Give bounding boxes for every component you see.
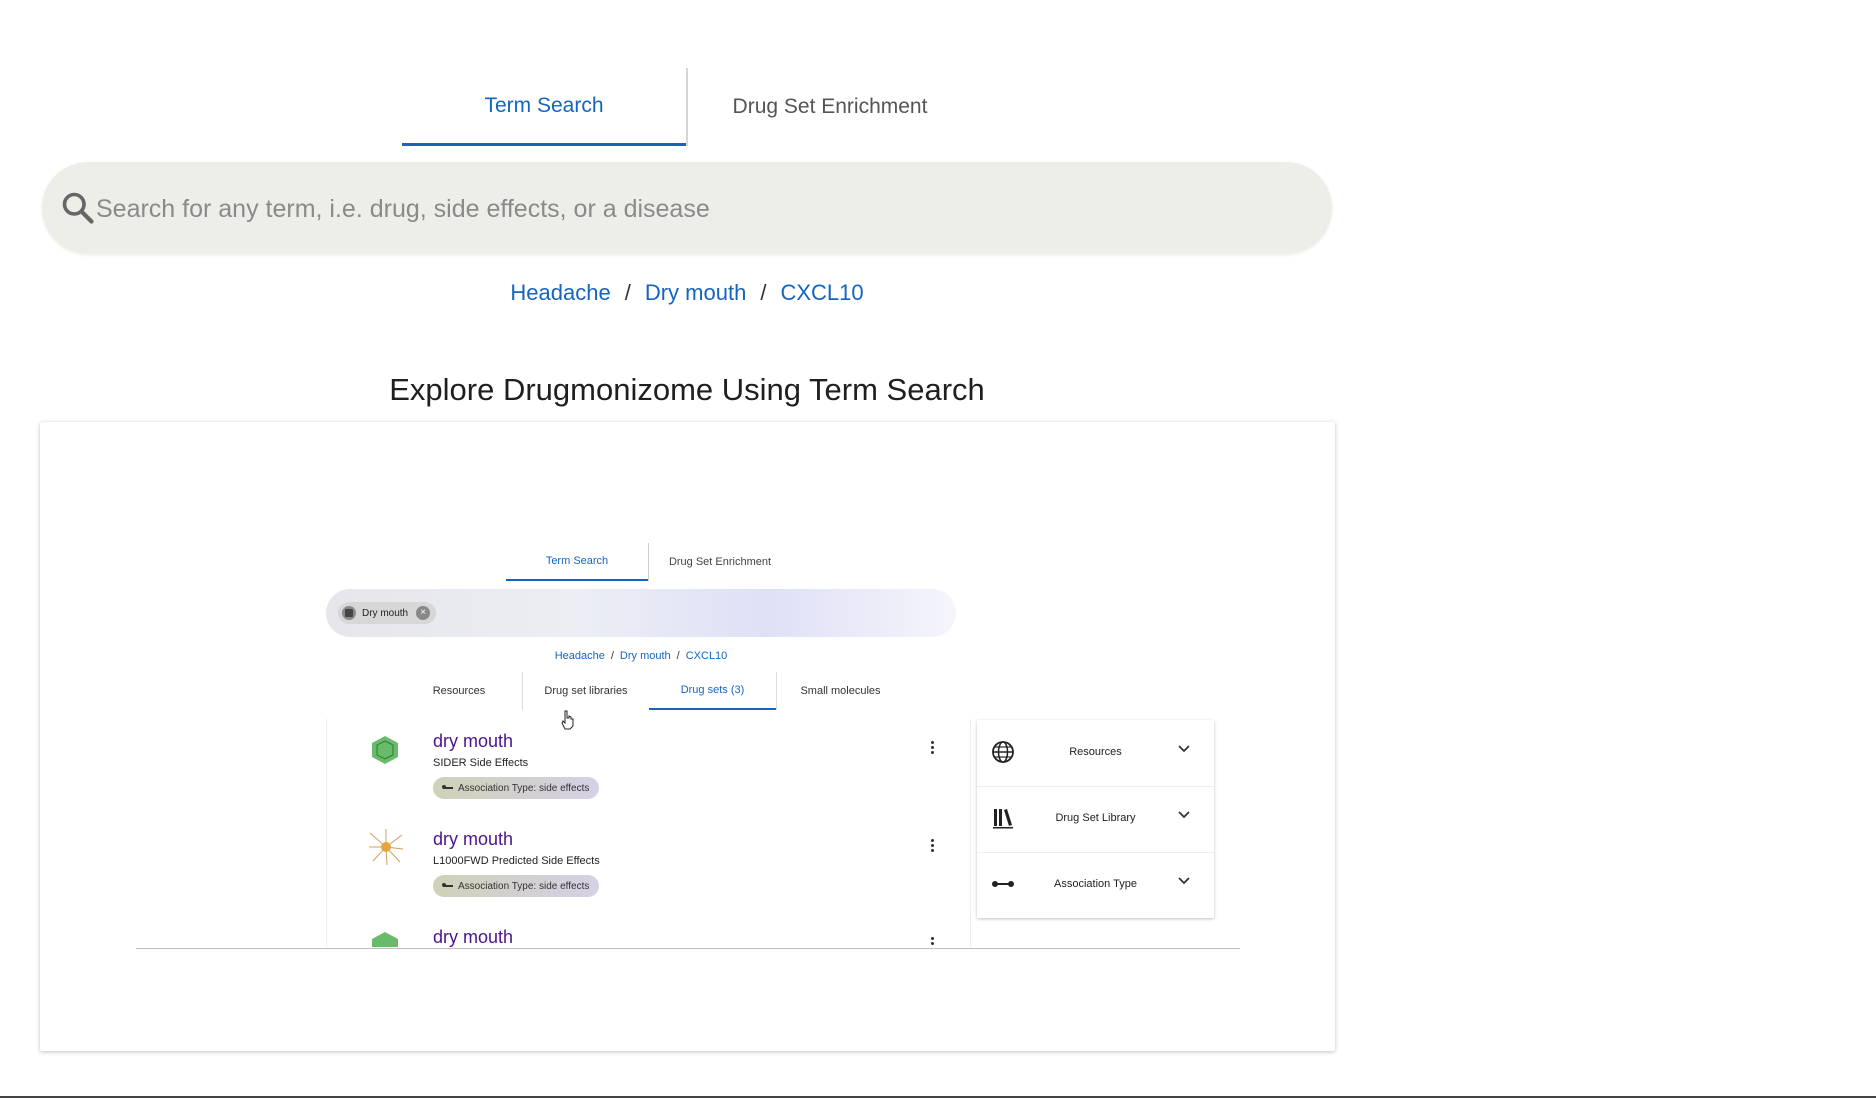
chevron-down-icon[interactable] — [1177, 874, 1191, 888]
demo-breadcrumb-separator: / — [610, 650, 614, 662]
demo-subtab-drug-set-libraries[interactable]: Drug set libraries — [523, 672, 649, 710]
breadcrumb-item-dry-mouth[interactable]: Dry mouth — [645, 280, 746, 305]
main-tabs: Term Search Drug Set Enrichment — [402, 68, 942, 146]
search-bar[interactable] — [42, 162, 1332, 254]
filter-association-type[interactable]: Association Type — [977, 852, 1214, 918]
association-badge-label: Association Type: side effects — [458, 782, 590, 794]
demo-tab-term-search[interactable]: Term Search — [506, 543, 648, 581]
demo-breadcrumb-cxcl10[interactable]: CXCL10 — [686, 650, 728, 662]
demo-search-bar[interactable]: Dry mouth × — [326, 589, 956, 637]
demo-subtabs: Resources Drug set libraries Drug sets (… — [396, 672, 904, 710]
list-item[interactable]: dry mouth SIDER Side Effects Association… — [327, 719, 970, 817]
demo-baseline — [136, 948, 1240, 949]
demo-breadcrumb: Headache / Dry mouth / CXCL10 — [326, 650, 956, 662]
demo-breadcrumb-headache[interactable]: Headache — [555, 650, 605, 662]
association-icon — [442, 883, 453, 887]
breadcrumb-item-headache[interactable]: Headache — [510, 280, 610, 305]
demo-subtab-small-molecules[interactable]: Small molecules — [777, 672, 904, 710]
breadcrumb-separator: / — [760, 280, 767, 305]
association-badge-label: Association Type: side effects — [458, 880, 590, 892]
more-options-icon[interactable] — [931, 837, 935, 854]
demo-filter-panel: Resources Drug Set Library Association T… — [977, 720, 1214, 918]
chip-library-icon — [342, 606, 356, 620]
search-input[interactable] — [94, 180, 1298, 238]
list-item[interactable]: dry mouth L1000FWD Predicted Side Effect… — [327, 817, 970, 915]
result-library: L1000FWD Predicted Side Effects — [433, 855, 600, 867]
chevron-down-icon[interactable] — [1177, 742, 1191, 756]
result-title[interactable]: dry mouth — [433, 829, 513, 850]
more-options-icon[interactable] — [931, 739, 935, 756]
demo-chip-label: Dry mouth — [362, 607, 409, 619]
page-title: Explore Drugmonizome Using Term Search — [389, 372, 985, 407]
demo-tabs: Term Search Drug Set Enrichment — [506, 543, 790, 581]
result-title[interactable]: dry mouth — [433, 927, 513, 947]
tab-drug-set-enrichment[interactable]: Drug Set Enrichment — [688, 68, 972, 146]
demo-subtab-drug-sets[interactable]: Drug sets (3) — [649, 672, 776, 710]
filter-drug-set-library[interactable]: Drug Set Library — [977, 786, 1214, 853]
chevron-down-icon[interactable] — [1177, 808, 1191, 822]
list-item[interactable]: dry mouth — [327, 915, 970, 947]
association-icon — [442, 785, 453, 789]
demo-results-list: dry mouth SIDER Side Effects Association… — [326, 719, 971, 947]
demo-tab-drug-set-enrichment[interactable]: Drug Set Enrichment — [649, 543, 791, 581]
search-icon — [62, 192, 94, 224]
chip-remove-icon[interactable]: × — [416, 606, 431, 620]
demo-breadcrumb-separator: / — [676, 650, 680, 662]
more-options-icon[interactable] — [931, 935, 935, 947]
result-title[interactable]: dry mouth — [433, 731, 513, 752]
starburst-icon — [369, 829, 404, 866]
filter-resources[interactable]: Resources — [977, 720, 1214, 787]
demo-subtab-resources[interactable]: Resources — [396, 672, 522, 710]
breadcrumb-separator: / — [624, 280, 631, 305]
hexagon-grid-icon — [372, 932, 398, 947]
result-library: SIDER Side Effects — [433, 757, 529, 769]
association-badge: Association Type: side effects — [433, 777, 600, 799]
tab-term-search[interactable]: Term Search — [402, 68, 686, 146]
association-badge: Association Type: side effects — [433, 875, 600, 897]
demo-search-chip[interactable]: Dry mouth × — [338, 602, 437, 624]
breadcrumb: Headache / Dry mouth / CXCL10 — [0, 280, 1374, 306]
hexagon-grid-icon — [372, 736, 398, 764]
demo-breadcrumb-dry-mouth[interactable]: Dry mouth — [620, 650, 671, 662]
breadcrumb-item-cxcl10[interactable]: CXCL10 — [780, 280, 863, 305]
